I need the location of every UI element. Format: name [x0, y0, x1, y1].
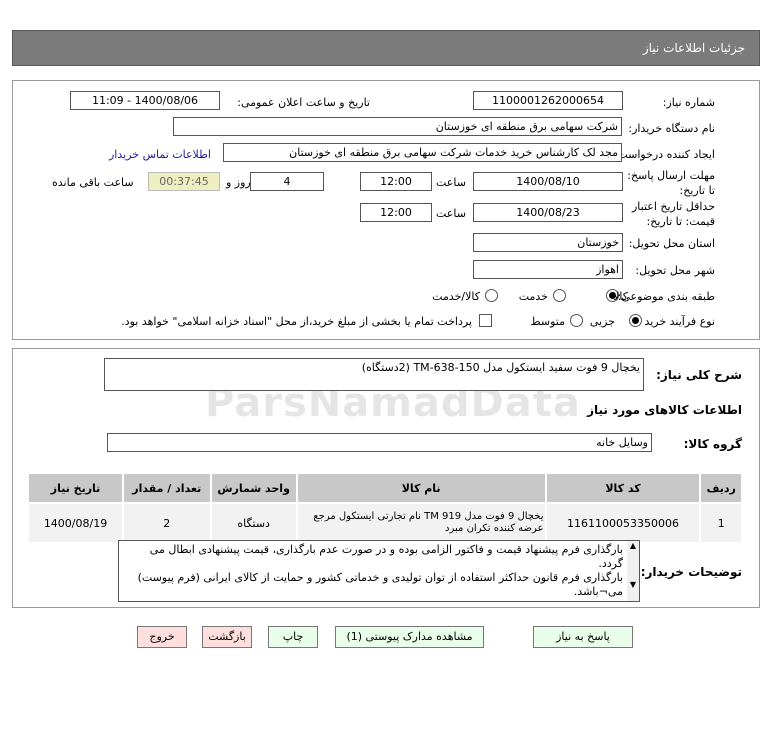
- notes-scrollbar[interactable]: ▲ ▼: [627, 541, 639, 601]
- page-title: جزئیات اطلاعات نیاز: [642, 41, 745, 55]
- contact-buyer-link[interactable]: اطلاعات تماس خریدار: [109, 148, 211, 161]
- cell-code: 1161100053350006: [544, 502, 702, 544]
- validity-time-field: 12:00: [360, 203, 432, 222]
- creator-field: مجد لک کارشناس خرید خدمات شرکت سهامی برق…: [223, 143, 622, 162]
- days-label: روز و: [226, 176, 251, 189]
- group-field: وسایل خانه: [107, 433, 652, 452]
- treasury-payment-checkbox[interactable]: [479, 314, 492, 327]
- creator-label: ایجاد کننده درخواست:: [613, 148, 715, 161]
- goods-info-title: اطلاعات کالاهای مورد نیاز: [587, 403, 742, 417]
- remaining-label: ساعت باقی مانده: [52, 176, 134, 189]
- province-field: خوزستان: [473, 233, 623, 252]
- cell-qty: 2: [122, 502, 212, 544]
- category-option-goods: کالا: [613, 290, 628, 303]
- col-date: تاریخ نیاز: [26, 472, 125, 504]
- notes-box[interactable]: ▲ ▼ بارگذاری فرم پیشنهاد قیمت و فاکتور ا…: [118, 540, 640, 602]
- category-label: طبقه بندی موضوعی:: [617, 290, 715, 303]
- category-radio-goods-service[interactable]: [485, 289, 498, 302]
- city-label: شهر محل تحویل:: [635, 264, 715, 277]
- days-field: 4: [250, 172, 324, 191]
- cell-unit: دستگاه: [209, 502, 298, 544]
- buyer-label: نام دستگاه خریدار:: [628, 122, 715, 135]
- table-row: 1 1161100053350006 یخچال 9 فوت مدل TM 91…: [26, 502, 743, 544]
- cell-row: 1: [699, 502, 743, 544]
- page-header: جزئیات اطلاعات نیاز: [12, 30, 760, 66]
- group-label: گروه کالا:: [683, 437, 742, 451]
- deadline-time-label: ساعت: [436, 176, 466, 189]
- city-field: اهواز: [473, 260, 623, 279]
- buyer-field: شرکت سهامی برق منطقه ای خوزستان: [173, 117, 622, 136]
- col-row: ردیف: [699, 472, 743, 504]
- table-header-row: ردیف کد کالا نام کالا واحد شمارش تعداد /…: [26, 472, 743, 504]
- view-attachments-button[interactable]: مشاهده مدارک پیوستی (1): [335, 626, 484, 648]
- print-button[interactable]: چاپ: [268, 626, 318, 648]
- col-name: نام کالا: [295, 472, 547, 504]
- category-option-goods-service: کالا/خدمت: [432, 290, 480, 303]
- col-qty: تعداد / مقدار: [122, 472, 212, 504]
- category-radio-service[interactable]: [553, 289, 566, 302]
- reply-button[interactable]: پاسخ به نیاز: [533, 626, 633, 648]
- exit-button[interactable]: خروج: [137, 626, 187, 648]
- cell-name: یخچال 9 فوت مدل TM 919 نام تجارتی ایستکو…: [295, 502, 547, 544]
- validity-time-label: ساعت: [436, 207, 466, 220]
- need-number-label: شماره نیاز:: [662, 96, 715, 109]
- col-code: کد کالا: [544, 472, 702, 504]
- goods-table: ردیف کد کالا نام کالا واحد شمارش تعداد /…: [26, 472, 743, 544]
- scroll-down-icon[interactable]: ▼: [627, 580, 639, 589]
- remaining-time-field: 00:37:45: [148, 172, 220, 191]
- process-radio-medium[interactable]: [570, 314, 583, 327]
- validity-date-field: 1400/08/23: [473, 203, 623, 222]
- col-unit: واحد شمارش: [209, 472, 298, 504]
- process-radio-minor[interactable]: [629, 314, 642, 327]
- notes-text: بارگذاری فرم پیشنهاد قیمت و فاکتور الزام…: [137, 543, 623, 598]
- announce-field: 1400/08/06 - 11:09: [70, 91, 220, 110]
- summary-field: یخچال 9 فوت سفید ایستکول مدل TM-638-150 …: [104, 358, 644, 391]
- summary-label: شرح کلی نیاز:: [656, 368, 742, 382]
- process-option-medium: متوسط: [530, 315, 565, 328]
- process-label: نوع فرآیند خرید :: [637, 315, 715, 328]
- back-button[interactable]: بازگشت: [202, 626, 252, 648]
- cell-date: 1400/08/19: [26, 502, 125, 544]
- deadline-date-field: 1400/08/10: [473, 172, 623, 191]
- scroll-up-icon[interactable]: ▲: [627, 541, 639, 550]
- deadline-time-field: 12:00: [360, 172, 432, 191]
- payment-note: پرداخت تمام یا بخشی از مبلغ خرید،از محل …: [121, 315, 472, 328]
- category-option-service: خدمت: [518, 290, 548, 303]
- need-number-field: 1100001262000654: [473, 91, 623, 110]
- province-label: استان محل تحویل:: [628, 237, 715, 250]
- validity-label: حداقل تاریخ اعتبار قیمت: تا تاریخ:: [631, 200, 715, 228]
- announce-label: تاریخ و ساعت اعلان عمومی:: [237, 96, 370, 109]
- notes-label: توضیحات خریدار:: [640, 565, 742, 579]
- process-option-minor: جزیی: [589, 315, 615, 328]
- deadline-label: مهلت ارسال پاسخ: تا تاریخ:: [627, 169, 715, 197]
